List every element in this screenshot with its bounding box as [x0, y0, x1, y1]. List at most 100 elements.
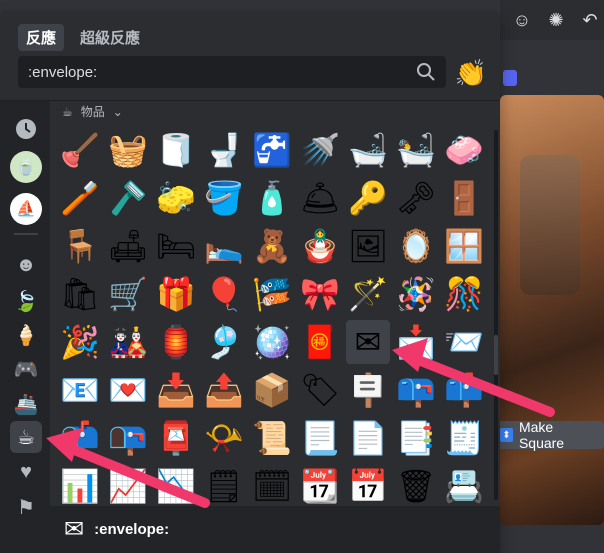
emoji-cell[interactable]: 📯 — [202, 416, 246, 460]
objects-category-icon[interactable]: ☕ — [10, 421, 42, 453]
preview-label: :envelope: — [94, 521, 170, 538]
emoji-cell[interactable]: 🪅 — [394, 272, 438, 316]
symbols-category-icon[interactable]: ♥ — [10, 456, 42, 488]
emoji-cell[interactable]: 🧺 — [106, 128, 150, 172]
emoji-cell[interactable]: 📊 — [58, 464, 102, 506]
emoji-cell[interactable]: 🧸 — [250, 224, 294, 268]
emoji-cell[interactable]: 📃 — [298, 416, 342, 460]
emoji-cell[interactable]: 📧 — [58, 368, 102, 412]
emoji-cell[interactable]: 🎏 — [250, 272, 294, 316]
emoji-cell[interactable]: 🛏 — [154, 224, 198, 268]
emoji-cell[interactable]: 📥 — [154, 368, 198, 412]
emoji-cell[interactable]: 🧧 — [298, 320, 342, 364]
emoji-cell[interactable]: 📩 — [394, 320, 438, 364]
reply-icon[interactable]: ↶ — [578, 8, 602, 32]
emoji-search-input[interactable]: :envelope: — [18, 56, 446, 88]
message-badge — [503, 70, 517, 86]
emoji-cell[interactable]: 🧻 — [154, 128, 198, 172]
smileys-category-icon[interactable]: ☻ — [10, 249, 42, 281]
emoji-cell[interactable]: 📭 — [106, 416, 150, 460]
emoji-cell[interactable]: 🗒 — [202, 464, 246, 506]
travel-category-icon[interactable]: 🚢 — [10, 388, 42, 420]
emoji-cell[interactable]: 🗑 — [394, 464, 438, 506]
recent-category-icon[interactable] — [10, 113, 42, 145]
emoji-cell[interactable]: 🧼 — [442, 128, 486, 172]
emoji-cell[interactable]: 🔑 — [346, 176, 390, 220]
emoji-cell[interactable]: 🛒 — [106, 272, 150, 316]
emoji-cell[interactable]: 📨 — [442, 320, 486, 364]
make-square-button[interactable]: ⬍ Make Square — [496, 419, 604, 451]
add-reaction-icon[interactable]: ☺ — [510, 8, 534, 32]
emoji-cell[interactable]: 🎉 — [58, 320, 102, 364]
emoji-cell[interactable]: 🛀 — [394, 128, 438, 172]
emoji-cell[interactable]: 🪆 — [298, 224, 342, 268]
food-category-icon[interactable]: 🍦 — [10, 319, 42, 351]
emoji-cell[interactable]: 📄 — [346, 416, 390, 460]
emoji-cell[interactable]: 🎁 — [154, 272, 198, 316]
emoji-cell[interactable]: 🎐 — [202, 320, 246, 364]
nature-category-icon[interactable]: 🍃 — [10, 285, 42, 317]
picker-tabs: 反應 超級反應 — [18, 24, 148, 51]
emoji-cell[interactable]: 📮 — [154, 416, 198, 460]
emoji-cell[interactable]: 📪 — [394, 368, 438, 412]
emoji-cell[interactable]: 🪑 — [58, 224, 102, 268]
category-header[interactable]: ☕ 物品 ⌄ — [62, 103, 123, 120]
emoji-cell[interactable]: 🧽 — [154, 176, 198, 220]
server-avatar-2[interactable]: ⛵ — [10, 193, 42, 225]
search-icon — [417, 63, 435, 81]
emoji-cell[interactable]: 🚽 — [202, 128, 246, 172]
scrollbar-thumb[interactable] — [494, 335, 498, 375]
emoji-cell[interactable]: 🛋 — [106, 224, 150, 268]
tab-reactions[interactable]: 反應 — [18, 24, 65, 51]
emoji-cell[interactable]: 🪄 — [346, 272, 390, 316]
emoji-cell[interactable]: 📬 — [58, 416, 102, 460]
emoji-cell[interactable]: 🪞 — [394, 224, 438, 268]
emoji-cell[interactable]: 🛁 — [346, 128, 390, 172]
emoji-cell[interactable]: 🗓 — [250, 464, 294, 506]
emoji-cell[interactable]: 🎊 — [442, 272, 486, 316]
emoji-cell[interactable]: 🪥 — [58, 176, 102, 220]
emoji-cell[interactable]: 📤 — [202, 368, 246, 412]
activities-category-icon[interactable]: 🎮 — [10, 353, 42, 385]
emoji-cell[interactable]: 🎈 — [202, 272, 246, 316]
preview-emoji: ✉ — [64, 516, 85, 543]
emoji-cell[interactable]: 📦 — [250, 368, 294, 412]
emoji-cell[interactable]: 🪧 — [346, 368, 390, 412]
cup-icon: ☕ — [62, 104, 73, 119]
emoji-cell[interactable]: ✉ — [346, 320, 390, 364]
emoji-cell[interactable]: 🚪 — [442, 176, 486, 220]
emoji-cell[interactable]: 🗝 — [394, 176, 438, 220]
flags-category-icon[interactable]: ⚑ — [10, 491, 42, 523]
emoji-cell[interactable]: 📫 — [442, 368, 486, 412]
emoji-cell[interactable]: 📜 — [250, 416, 294, 460]
emoji-cell[interactable]: 🖼 — [346, 224, 390, 268]
emoji-cell[interactable]: 🏮 — [154, 320, 198, 364]
server-avatar-1[interactable]: 🍵 — [10, 151, 42, 183]
skin-tone-button[interactable]: 👏 — [455, 57, 487, 89]
emoji-cell[interactable]: 🛌 — [202, 224, 246, 268]
emoji-cell[interactable]: 🪩 — [250, 320, 294, 364]
emoji-cell[interactable]: 💌 — [106, 368, 150, 412]
emoji-cell[interactable]: 📈 — [106, 464, 150, 506]
emoji-cell[interactable]: 📉 — [154, 464, 198, 506]
emoji-cell[interactable]: 📇 — [442, 464, 486, 506]
emoji-cell[interactable]: 🎎 — [106, 320, 150, 364]
emoji-cell[interactable]: 🎀 — [298, 272, 342, 316]
emoji-cell[interactable]: 🧴 — [250, 176, 294, 220]
emoji-cell[interactable]: 🪠 — [58, 128, 102, 172]
emoji-cell[interactable]: 🪟 — [442, 224, 486, 268]
emoji-cell[interactable]: 🚰 — [250, 128, 294, 172]
emoji-cell[interactable]: 📆 — [298, 464, 342, 506]
tab-super-reactions[interactable]: 超級反應 — [72, 24, 148, 51]
emoji-cell[interactable]: 🧾 — [442, 416, 486, 460]
emoji-cell[interactable]: 🚿 — [298, 128, 342, 172]
emoji-cell[interactable]: 🛍 — [58, 272, 102, 316]
emoji-cell[interactable]: 🏷 — [298, 368, 342, 412]
emoji-cell[interactable]: 🪣 — [202, 176, 246, 220]
super-reaction-icon[interactable]: ✺ — [544, 8, 568, 32]
emoji-cell[interactable]: 📅 — [346, 464, 390, 506]
scrollbar[interactable] — [494, 130, 498, 500]
emoji-cell[interactable]: 📑 — [394, 416, 438, 460]
emoji-cell[interactable]: 🛎 — [298, 176, 342, 220]
emoji-cell[interactable]: 🪒 — [106, 176, 150, 220]
